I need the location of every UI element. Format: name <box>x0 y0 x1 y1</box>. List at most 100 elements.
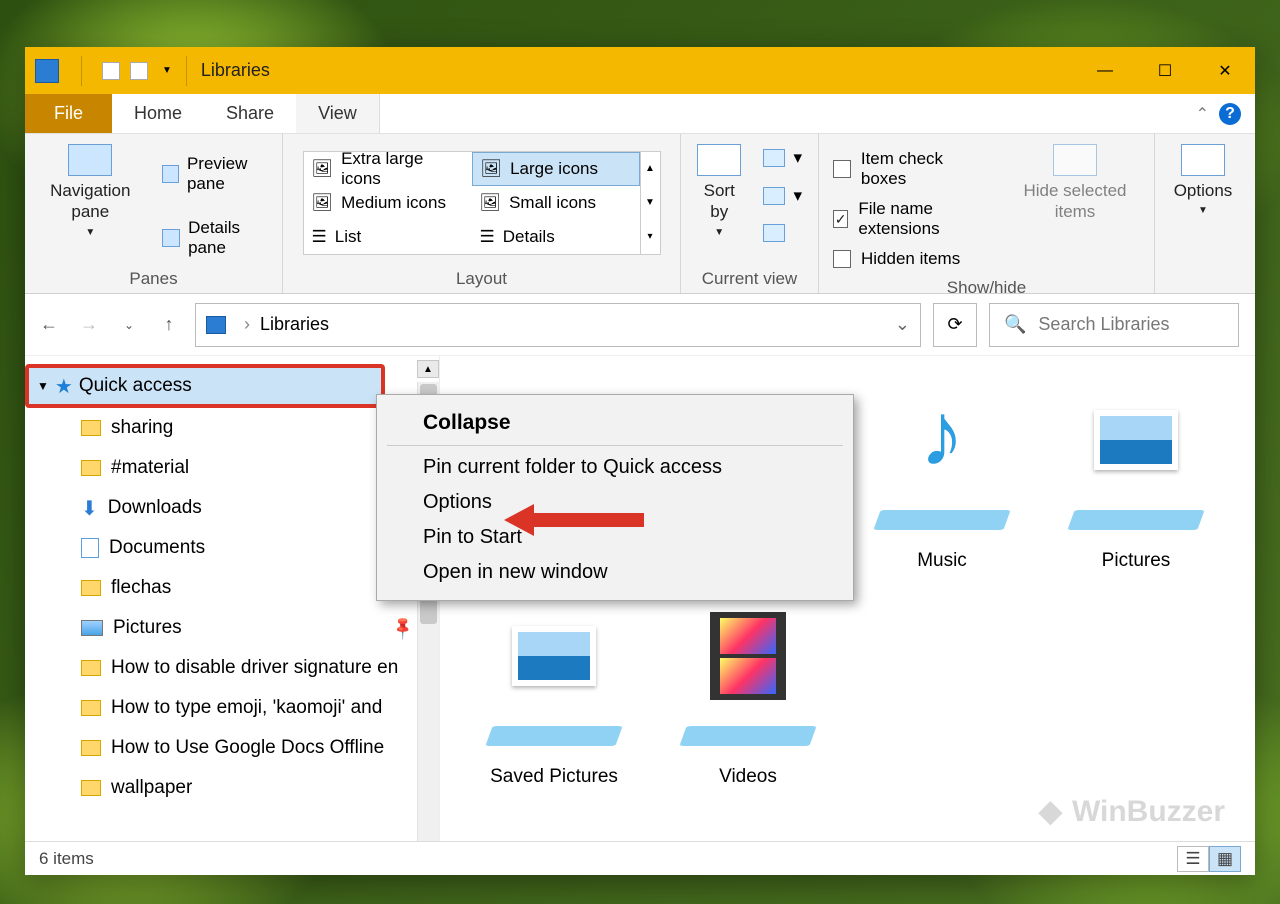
label: wallpaper <box>111 777 192 799</box>
add-columns-button[interactable]: ▾ <box>757 182 808 210</box>
layout-small-icons[interactable]: 🖼Small icons <box>472 186 640 220</box>
library-item-saved-pictures[interactable]: Saved Pictures <box>470 592 638 788</box>
library-item-music[interactable]: ♪ Music <box>858 376 1026 572</box>
window-title: Libraries <box>201 60 270 81</box>
titlebar[interactable]: ▼ Libraries — ☐ ✕ <box>25 47 1255 94</box>
close-button[interactable]: ✕ <box>1195 47 1255 94</box>
qat-item[interactable] <box>130 62 148 80</box>
sidebar-item-wallpaper[interactable]: wallpaper <box>25 768 439 808</box>
icons-view-button[interactable]: ▦ <box>1209 846 1241 872</box>
pin-icon: 📌 <box>389 614 417 642</box>
item-checkboxes-check[interactable]: Item check boxes <box>829 144 996 194</box>
minimize-button[interactable]: — <box>1075 47 1135 94</box>
view-mode-toggle: ☰ ▦ <box>1177 846 1241 872</box>
document-icon <box>81 538 99 558</box>
layout-gallery: 🖼Extra large icons 🖼Large icons ▲ 🖼Mediu… <box>303 151 661 255</box>
ribbon-tabs: File Home Share View ⌃ ? <box>25 94 1255 134</box>
layout-large-icons[interactable]: 🖼Large icons <box>472 152 640 186</box>
label: Videos <box>719 766 777 788</box>
location-icon <box>206 316 226 334</box>
layout-scroll-up[interactable]: ▲ <box>640 152 660 186</box>
up-button[interactable]: ↑ <box>155 311 183 339</box>
details-pane-button[interactable]: Details pane <box>156 214 272 262</box>
layout-list[interactable]: ☰List <box>304 220 472 254</box>
label: Pictures <box>1102 550 1171 572</box>
ctx-collapse[interactable]: Collapse <box>377 405 853 441</box>
collapse-ribbon-icon[interactable]: ⌃ <box>1196 104 1209 124</box>
ctx-open-new-window[interactable]: Open in new window <box>377 555 853 590</box>
label: How to disable driver signature en <box>111 657 398 679</box>
maximize-button[interactable]: ☐ <box>1135 47 1195 94</box>
breadcrumb-crumb[interactable]: Libraries <box>260 314 329 335</box>
picture-icon <box>1094 410 1178 470</box>
group-by-button[interactable]: ▾ <box>757 144 808 172</box>
separator <box>81 56 82 86</box>
navigation-pane-button[interactable]: Navigation pane ▼ <box>35 140 146 243</box>
forward-button[interactable]: → <box>75 311 103 339</box>
folder-icon <box>81 420 101 436</box>
library-item-pictures[interactable]: Pictures <box>1052 376 1220 572</box>
label: Details pane <box>188 218 266 258</box>
sidebar-item-folder[interactable]: How to Use Google Docs Offline <box>25 728 439 768</box>
tab-file[interactable]: File <box>25 94 112 133</box>
preview-pane-button[interactable]: Preview pane <box>156 150 272 198</box>
help-icon[interactable]: ? <box>1219 103 1241 125</box>
library-item-videos[interactable]: Videos <box>664 592 832 788</box>
status-bar: 6 items ☰ ▦ <box>25 841 1255 875</box>
label: Hidden items <box>861 249 960 269</box>
group-label-layout: Layout <box>456 265 507 289</box>
watermark: ◆ WinBuzzer <box>1039 794 1225 829</box>
label: File name extensions <box>858 199 992 239</box>
folder-icon <box>81 660 101 676</box>
sidebar-item-folder[interactable]: How to disable driver signature en <box>25 648 439 688</box>
sidebar-item-folder[interactable]: How to type emoji, 'kaomoji' and <box>25 688 439 728</box>
layout-scroll-down[interactable]: ▼ <box>640 186 660 220</box>
separator <box>387 445 843 446</box>
tab-view[interactable]: View <box>296 94 380 133</box>
qat-item[interactable] <box>102 62 120 80</box>
app-icon <box>35 59 59 83</box>
layout-more[interactable]: ▾ <box>640 220 660 254</box>
layout-medium-icons[interactable]: 🖼Medium icons <box>304 186 472 220</box>
group-label-empty <box>1201 265 1206 289</box>
sidebar-item-quick-access[interactable]: ▼ ★ Quick access <box>25 364 385 408</box>
label: #material <box>111 457 189 479</box>
breadcrumb-bar[interactable]: › Libraries ⌄ <box>195 303 921 347</box>
platform-icon <box>485 726 622 746</box>
nav-scroll-up[interactable]: ▲ <box>417 360 439 378</box>
platform-icon <box>1067 510 1204 530</box>
folder-icon <box>81 700 101 716</box>
layout-details[interactable]: ☰Details <box>472 220 640 254</box>
sidebar-item-pictures[interactable]: Pictures📌 <box>25 608 439 648</box>
hidden-items-check[interactable]: Hidden items <box>829 244 996 274</box>
tab-share[interactable]: Share <box>204 94 296 133</box>
watermark-text: WinBuzzer <box>1072 795 1225 829</box>
picture-icon <box>81 620 103 636</box>
file-extensions-check[interactable]: ✓File name extensions <box>829 194 996 244</box>
hide-selected-button[interactable]: Hide selected items <box>1006 140 1144 227</box>
sort-by-button[interactable]: Sort by ▼ <box>691 140 747 243</box>
video-icon <box>710 612 786 700</box>
qat-dropdown[interactable]: ▼ <box>162 65 172 76</box>
picture-icon <box>512 626 596 686</box>
ribbon-view: Navigation pane ▼ Preview pane Details p… <box>25 134 1255 294</box>
recent-dropdown[interactable]: ⌄ <box>115 311 143 339</box>
search-icon: 🔍 <box>1004 314 1026 335</box>
size-columns-button[interactable] <box>757 220 808 246</box>
refresh-button[interactable]: ⟳ <box>933 303 977 347</box>
search-placeholder: Search Libraries <box>1038 314 1169 335</box>
layout-xl-icons[interactable]: 🖼Extra large icons <box>304 152 472 186</box>
tab-home[interactable]: Home <box>112 94 204 133</box>
ctx-pin-quick-access[interactable]: Pin current folder to Quick access <box>377 450 853 485</box>
label: Navigation pane <box>41 180 140 223</box>
quick-access-toolbar: ▼ <box>102 62 172 80</box>
breadcrumb-dropdown[interactable]: ⌄ <box>895 314 910 335</box>
search-input[interactable]: 🔍 Search Libraries <box>989 303 1239 347</box>
chevron-right-icon[interactable]: › <box>244 314 250 335</box>
platform-icon <box>873 510 1010 530</box>
chevron-down-icon: ▼ <box>37 379 49 393</box>
options-button[interactable]: Options ▼ <box>1168 140 1239 222</box>
back-button[interactable]: ← <box>35 311 63 339</box>
group-label-currentview: Current view <box>702 265 797 289</box>
details-view-button[interactable]: ☰ <box>1177 846 1209 872</box>
